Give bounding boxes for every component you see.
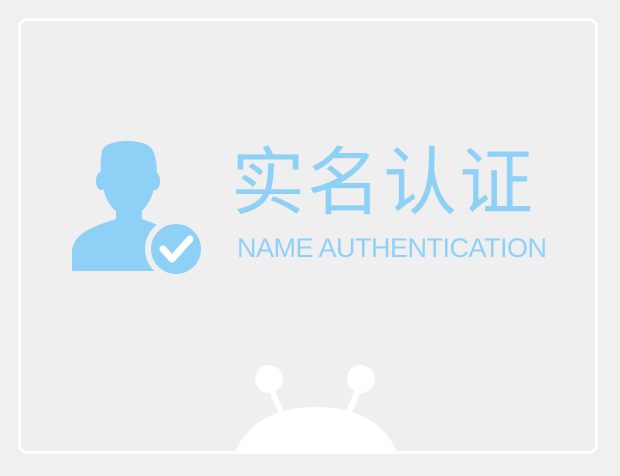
page-subtitle-english: NAME AUTHENTICATION (237, 233, 547, 263)
user-verified-icon (72, 140, 207, 278)
page-title-chinese: 实名认证 (231, 140, 535, 226)
robot-mascot-icon (235, 365, 397, 451)
authentication-card[interactable]: 实名认证 NAME AUTHENTICATION (18, 18, 598, 454)
